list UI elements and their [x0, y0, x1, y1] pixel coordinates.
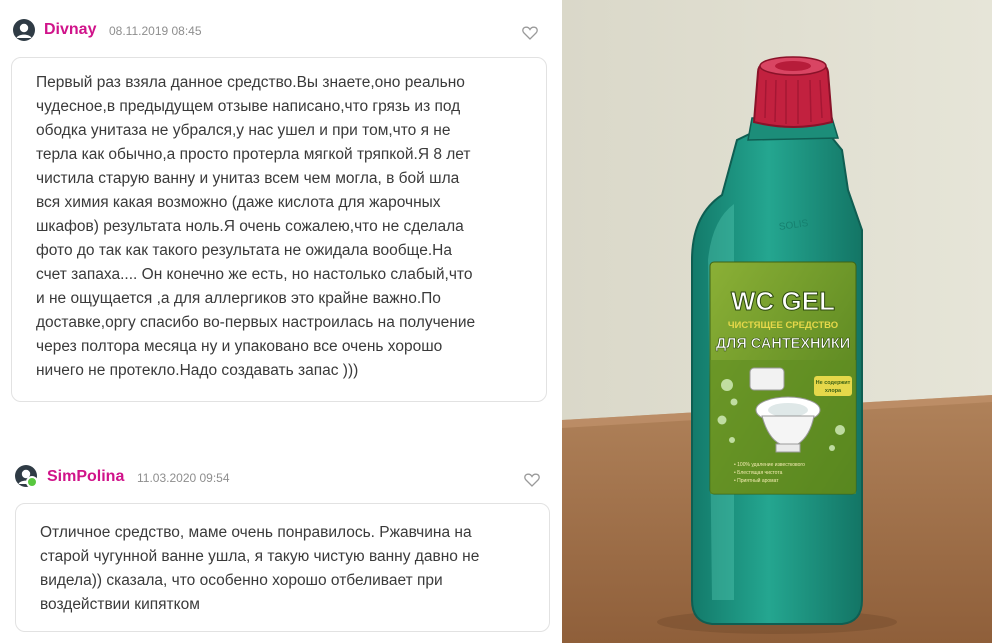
review-date: 08.11.2019 08:45	[109, 24, 202, 38]
svg-text:Не содержит: Не содержит	[816, 380, 851, 386]
product-bottle-image: WC GEL ЧИСТЯЩЕЕ СРЕДСТВО ДЛЯ САНТЕХНИКИ …	[562, 0, 992, 643]
avatar[interactable]	[11, 17, 37, 43]
heart-icon[interactable]	[522, 26, 538, 40]
product-label: WC GEL ЧИСТЯЩЕЕ СРЕДСТВО ДЛЯ САНТЕХНИКИ …	[709, 261, 857, 495]
svg-text:• 100% удаление известкового: • 100% удаление известкового	[734, 462, 805, 468]
svg-text:• Приятный аромат: • Приятный аромат	[734, 477, 779, 484]
review-text: Отличное средство, маме очень понравилос…	[15, 503, 550, 632]
svg-text:• Блестящая чистота: • Блестящая чистота	[734, 470, 783, 476]
review-author[interactable]: Divnay	[44, 21, 96, 39]
online-status-dot	[26, 476, 38, 488]
svg-text:хлора: хлора	[825, 388, 842, 394]
product-photo[interactable]: WC GEL ЧИСТЯЩЕЕ СРЕДСТВО ДЛЯ САНТЕХНИКИ …	[562, 0, 992, 643]
avatar[interactable]	[13, 463, 39, 489]
user-avatar-icon	[13, 19, 35, 41]
label-badge: Не содержит хлора	[814, 376, 852, 396]
label-brand: WC GEL	[731, 286, 835, 316]
review-author[interactable]: SimPolina	[47, 468, 124, 486]
label-line-1: ЧИСТЯЩЕЕ СРЕДСТВО	[728, 320, 838, 331]
reviews-panel: Divnay 08.11.2019 08:45 Первый раз взяла…	[0, 0, 562, 643]
review-text: Первый раз взяла данное средство.Вы знае…	[11, 57, 547, 402]
review-date: 11.03.2020 09:54	[137, 471, 230, 485]
heart-icon[interactable]	[524, 473, 540, 487]
label-line-2: ДЛЯ САНТЕХНИКИ	[716, 336, 850, 352]
